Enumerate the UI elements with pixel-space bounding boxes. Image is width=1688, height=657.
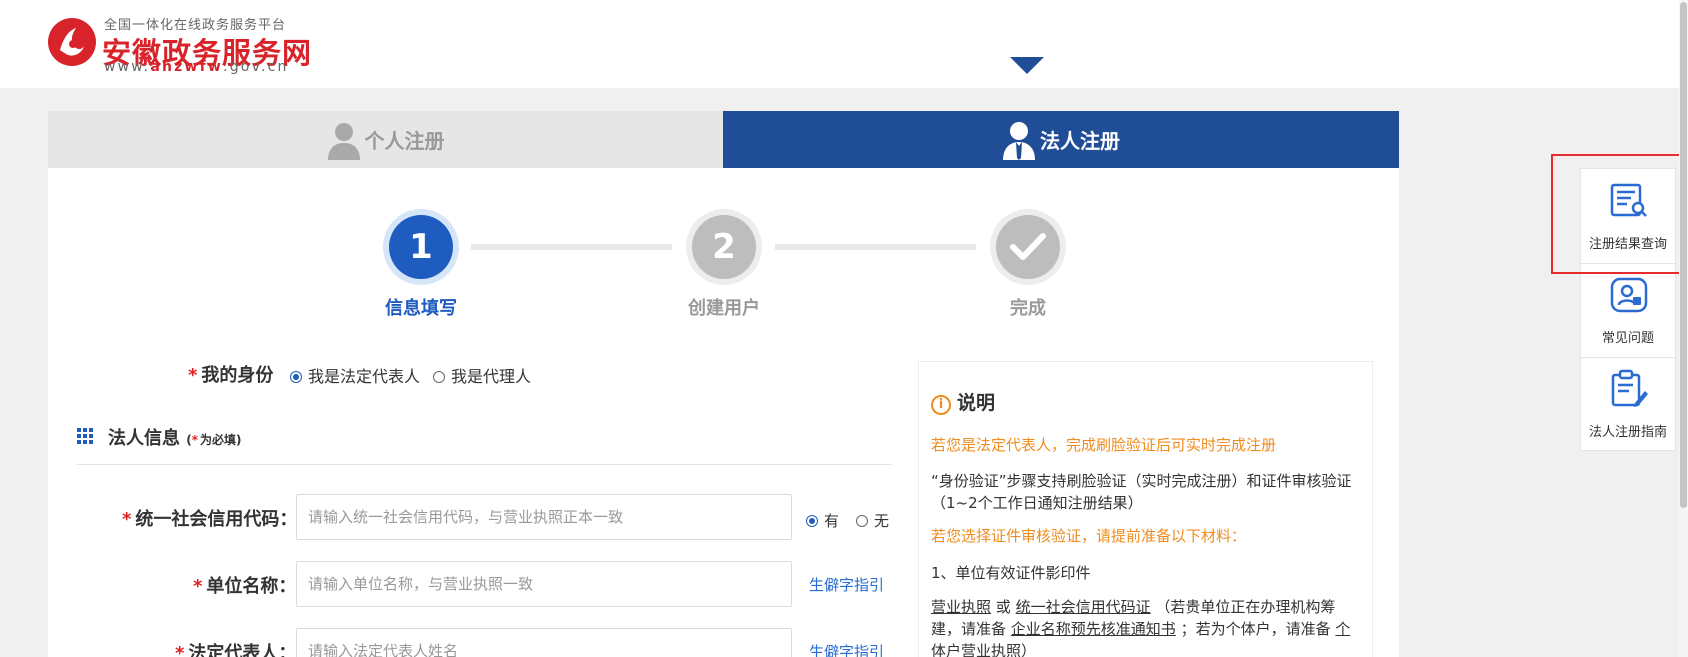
- registration-tabs: 个人注册 法人注册: [48, 111, 1399, 169]
- tab-personal-label: 个人注册: [364, 129, 445, 153]
- credit-code-option-no-label: 无: [874, 512, 890, 530]
- radio-credit-yes[interactable]: [806, 515, 818, 527]
- active-tab-pointer: [1010, 57, 1044, 74]
- identity-option-agent-label: 我是代理人: [451, 367, 532, 386]
- instructions-title: i 说明: [931, 388, 995, 415]
- tab-legal-label: 法人注册: [1040, 129, 1120, 153]
- identity-label-text: 我的身份: [201, 365, 274, 386]
- credit-code-option-no[interactable]: 无: [856, 510, 889, 531]
- logo-url: www.ahzwfw.gov.cn: [104, 59, 289, 75]
- instructions-title-text: 说明: [957, 392, 996, 414]
- highlight-box: [1551, 154, 1682, 274]
- radio-legal-rep[interactable]: [290, 371, 302, 383]
- materials-mid-2: ；若为个体户，请准备: [1180, 620, 1331, 638]
- identity-label: * 我的身份: [188, 361, 273, 387]
- legal-rep-input[interactable]: 请输入法定代表人姓名: [296, 628, 792, 657]
- identity-option-legal-rep[interactable]: 我是法定代表人: [290, 363, 420, 387]
- tab-legal-registration[interactable]: 法人注册: [723, 111, 1399, 168]
- section-note-prefix: (: [186, 433, 192, 447]
- info-icon: i: [931, 395, 951, 415]
- legal-rep-label-text: 法定代表人：: [188, 643, 297, 657]
- radio-credit-no[interactable]: [856, 515, 868, 527]
- step-2-number: 2: [712, 227, 736, 267]
- materials-end: ）: [1021, 642, 1037, 657]
- step-2-circle: 2: [686, 209, 762, 285]
- identity-option-legal-rep-label: 我是法定代表人: [308, 367, 421, 386]
- step-3-inner: ✔: [996, 215, 1060, 279]
- instructions-materials: 营业执照 或 统一社会信用代码证 （若贵单位正在办理机构筹建，请准备 企业名称预…: [931, 596, 1363, 657]
- logo-url-brand: ahzwfw: [150, 59, 224, 75]
- step-1-label: 信息填写: [385, 298, 457, 319]
- instructions-line-3: 若您选择证件审核验证，请提前准备以下材料：: [931, 527, 1247, 545]
- credit-code-option-yes[interactable]: 有: [806, 510, 839, 531]
- sidebar-item-registration-guide[interactable]: 法人注册指南: [1581, 357, 1675, 450]
- step-1-number: 1: [409, 227, 433, 267]
- site-header: 全国一体化在线政务服务平台 安徽政务服务网 www.ahzwfw.gov.cn: [0, 0, 1688, 88]
- required-mark: *: [188, 365, 198, 386]
- user-question-icon: [1610, 277, 1648, 313]
- clipboard-edit-icon: [1611, 369, 1648, 407]
- doc-name-approval-notice: 企业名称预先核准通知书: [1010, 620, 1176, 638]
- legal-rep-label: * 法定代表人：: [175, 639, 296, 657]
- required-mark: *: [122, 509, 132, 530]
- unit-name-input[interactable]: 请输入单位名称，与营业执照一致: [296, 561, 792, 607]
- unit-name-label: * 单位名称：: [193, 572, 296, 598]
- logo-mark-icon: [48, 18, 96, 66]
- identity-option-agent[interactable]: 我是代理人: [433, 363, 531, 387]
- or-text: 或: [995, 598, 1011, 616]
- unit-name-label-text: 单位名称：: [206, 576, 297, 597]
- credit-code-label: * 统一社会信用代码：: [122, 505, 297, 531]
- scrollbar-thumb[interactable]: [1680, 2, 1687, 508]
- step-connector: [471, 244, 672, 250]
- required-mark: *: [193, 576, 203, 597]
- checkmark-icon: [1010, 233, 1046, 260]
- credit-code-input[interactable]: 请输入统一社会信用代码，与营业执照正本一致: [296, 494, 792, 540]
- section-note-star: *: [191, 433, 199, 447]
- section-title: 法人信息 (* 为必填): [108, 424, 242, 450]
- step-1-circle: 1: [383, 209, 459, 285]
- person-icon: [327, 122, 360, 160]
- step-3-circle: ✔: [990, 209, 1066, 285]
- business-person-icon: [1003, 121, 1035, 160]
- legal-rep-rare-char-guide-link[interactable]: 生僻字指引: [809, 641, 884, 657]
- radio-agent[interactable]: [433, 371, 445, 383]
- section-divider: [77, 464, 892, 465]
- instructions-line-2: “身份验证”步骤支持刷脸验证（实时完成注册）和证件审核验证（1~2个工作日通知注…: [931, 472, 1352, 512]
- sidebar-item-faq[interactable]: 常见问题: [1581, 263, 1675, 356]
- instructions-panel: i 说明 若您是法定代表人，完成刷脸验证后可实时完成注册 “身份验证”步骤支持刷脸…: [918, 361, 1373, 657]
- doc-credit-code-cert: 统一社会信用代码证: [1015, 598, 1151, 616]
- logo-url-suffix: .gov.cn: [223, 59, 289, 75]
- section-title-text: 法人信息: [108, 428, 180, 449]
- doc-business-license: 营业执照: [931, 598, 992, 616]
- tab-personal-registration[interactable]: 个人注册: [48, 111, 723, 168]
- required-mark: *: [175, 643, 185, 657]
- unit-name-rare-char-guide-link[interactable]: 生僻字指引: [809, 574, 884, 595]
- grid-icon: [77, 428, 93, 444]
- site-logo[interactable]: 全国一体化在线政务服务平台 安徽政务服务网 www.ahzwfw.gov.cn: [46, 14, 311, 76]
- step-2-label: 创建用户: [688, 298, 760, 319]
- step-1-inner: 1: [389, 215, 453, 279]
- sidebar-item-label: 法人注册指南: [1588, 425, 1667, 440]
- instructions-line-4: 1、单位有效证件影印件: [931, 564, 1091, 582]
- step-3-label: 完成: [1010, 298, 1046, 319]
- logo-url-prefix: www.: [104, 59, 151, 75]
- section-note-text: 为必填): [200, 433, 242, 447]
- step-connector: [775, 244, 976, 250]
- credit-code-option-yes-label: 有: [824, 512, 840, 530]
- instructions-line-1: 若您是法定代表人，完成刷脸验证后可实时完成注册: [931, 436, 1277, 454]
- credit-code-label-text: 统一社会信用代码：: [135, 509, 298, 530]
- section-note: (* 为必填): [186, 433, 241, 447]
- step-2-inner: 2: [692, 215, 756, 279]
- sidebar-item-label: 常见问题: [1601, 331, 1654, 346]
